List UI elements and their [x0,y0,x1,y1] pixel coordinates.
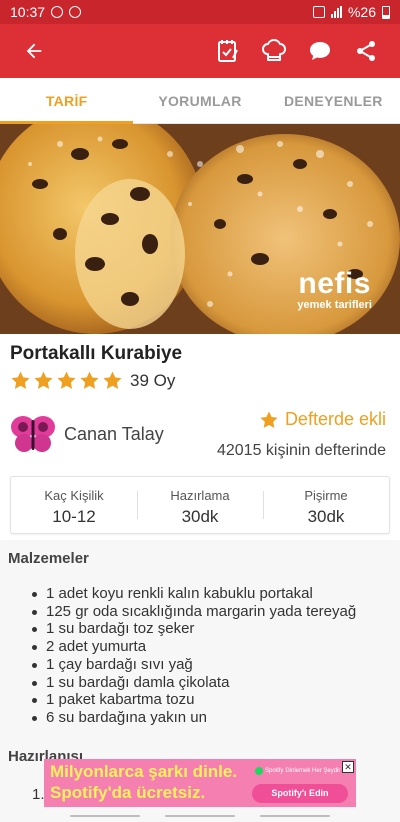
ad-close-button[interactable]: ✕ [342,761,354,773]
navigation-bar [0,810,400,822]
cook-time-label: Pişirme [304,488,348,503]
notebook-status-button[interactable]: Defterde ekli [259,409,386,430]
status-time: 10:37 [10,4,46,20]
author-profile[interactable]: Canan Talay [10,414,164,454]
ad-banner[interactable]: Milyonlarca şarkı dinle. Spotify'da ücre… [44,759,356,807]
notification-icon [51,6,64,18]
nefis-logo: nefis yemek tarifleri [297,267,372,312]
notebook-check-icon [218,40,238,62]
recipe-title: Portakallı Kurabiye [10,343,183,364]
chat-bubble-icon [310,42,330,60]
servings-value: 10-12 [52,507,96,526]
ingredients-title: Malzemeler [8,550,89,567]
nefis-brand-text: nefis [298,267,371,300]
nav-handle [70,815,140,817]
spotify-logo-icon [255,767,263,775]
cook-time-value: 30dk [307,507,345,526]
ad-cta-button[interactable]: Spotify'ı Edin [252,784,348,803]
signal-icon [330,6,342,18]
cook-time-info: Pişirme 30dk [263,477,389,533]
list-item: 2 adet yumurta [32,638,356,656]
nefis-brand-subtitle: yemek tarifleri [297,299,372,311]
rating[interactable]: 39 Oy [10,370,175,391]
step-number: 1. [32,786,45,803]
list-item: 1 çay bardağı sıvı yağ [32,656,356,674]
avatar [11,416,55,452]
ad-brand: Spotify Dinlemek Her Şeydir [255,767,340,775]
author-name: Canan Talay [64,423,164,444]
app-bar [0,24,400,78]
tab-yorumlar[interactable]: YORUMLAR [133,78,266,123]
list-item: 6 su bardağına yakın un [32,709,356,727]
ad-subheadline: Spotify'da ücretsiz. [50,783,206,802]
ad-headline: Milyonlarca şarkı dinle. [50,762,238,781]
chef-hat-icon [262,39,286,61]
star-icon [103,371,122,389]
tried-it-button[interactable] [254,31,294,71]
status-bar: 10:37 %26 [0,0,400,24]
notebook-status-label: Defterde ekli [284,409,386,429]
ingredients-list: 1 adet koyu renkli kalın kabuklu portaka… [32,585,356,727]
alarm-icon [312,6,325,18]
servings-label: Kaç Kişilik [44,488,104,503]
star-icon [80,371,99,389]
star-icon [260,411,278,428]
tab-deneyenler[interactable]: DENEYENLER [267,78,400,123]
whatsapp-icon [69,6,82,18]
notebook-count: 42015 kişinin defterinde [216,442,386,459]
prep-time-value: 30dk [181,507,219,526]
rating-count: 39 Oy [130,370,176,390]
nav-handle [165,815,235,817]
back-button[interactable] [14,31,54,71]
servings-info: Kaç Kişilik 10-12 [11,477,137,533]
battery-icon [382,5,390,19]
star-icon [34,371,53,389]
ad-brand-name: Spotify [265,768,284,774]
list-item: 1 su bardağı damla çikolata [32,674,356,692]
prep-time-info: Hazırlama 30dk [137,477,263,533]
list-item: 1 adet koyu renkli kalın kabuklu portaka… [32,585,356,603]
add-to-notebook-button[interactable] [208,31,248,71]
share-icon [357,41,375,61]
ad-tagline: Dinlemek Her Şeydir [285,768,341,774]
share-button[interactable] [346,31,386,71]
comments-button[interactable] [300,31,340,71]
battery-percent: %26 [347,4,376,20]
star-icon [11,371,30,389]
recipe-photo[interactable]: nefis yemek tarifleri [0,124,400,334]
list-item: 1 su bardağı toz şeker [32,620,356,638]
list-item: 1 paket kabartma tozu [32,691,356,709]
star-icon [57,371,76,389]
tab-bar: TARİF YORUMLAR DENEYENLER [0,78,400,124]
prep-time-label: Hazırlama [170,488,230,503]
recipe-info-box: Kaç Kişilik 10-12 Hazırlama 30dk Pişirme… [10,476,390,534]
list-item: 125 gr oda sıcaklığında margarin yada te… [32,603,356,621]
tab-tarif[interactable]: TARİF [0,78,134,124]
nav-handle [260,815,330,817]
arrow-left-icon [26,43,42,59]
